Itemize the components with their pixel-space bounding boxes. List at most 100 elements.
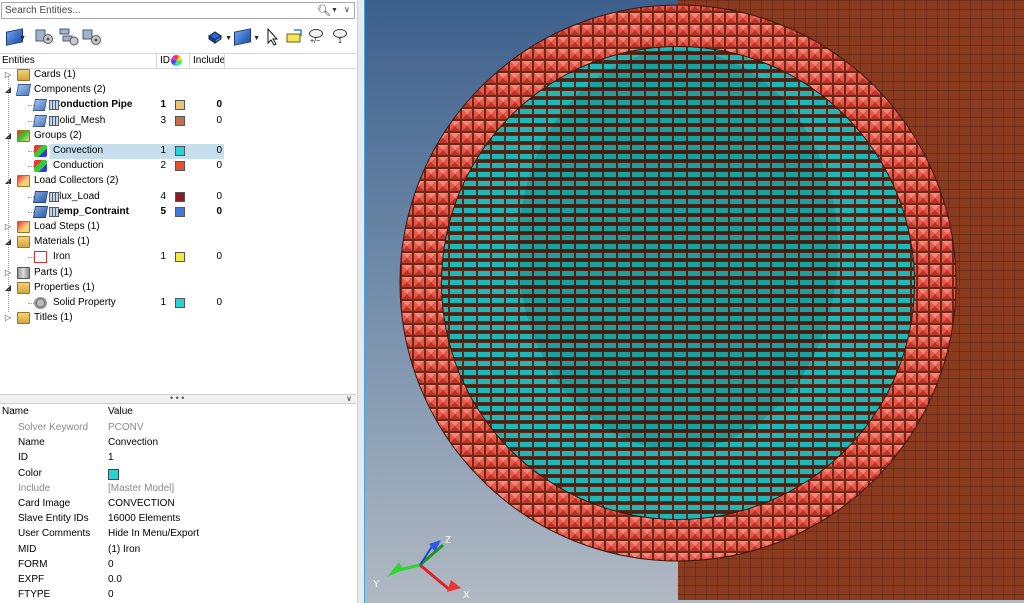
property-row[interactable]: Slave Entity IDs 16000 Elements [0, 512, 356, 527]
property-row[interactable]: ID 1 [0, 451, 356, 466]
show-one-eye-icon [333, 29, 347, 38]
collapse-all-button[interactable] [81, 27, 103, 47]
value-column-header: Value [108, 406, 133, 417]
property-value[interactable]: 0 [108, 559, 114, 570]
tree-entity-row[interactable]: Convection 1 0 [0, 144, 356, 159]
tree-entity-row[interactable]: Temp_Contraint 5 0 [0, 205, 356, 220]
search-input[interactable] [5, 4, 305, 17]
expand-collapse-icon[interactable]: ▷ [4, 314, 12, 322]
dropdown-arrow-icon[interactable]: ▼ [253, 35, 260, 42]
tree-entity-row[interactable]: Solid_Mesh 3 0 [0, 114, 356, 129]
display-filter-button[interactable]: ▼ [206, 27, 232, 47]
property-value[interactable]: Convection [108, 437, 158, 448]
isolate-button[interactable] [284, 27, 306, 47]
tree-folder-row[interactable]: ◢ Load Collectors (2) [0, 174, 356, 189]
tree-entity-row[interactable]: Conduction 2 0 [0, 159, 356, 174]
expand-all-button[interactable] [58, 27, 80, 47]
tree-folder-row[interactable]: ◢ Properties (1) [0, 281, 356, 296]
search-box[interactable]: 🔍︎ ▼ ∨ [1, 2, 355, 19]
graphics-viewport[interactable]: Z Y X [365, 0, 1024, 603]
search-icon[interactable]: 🔍︎ [317, 4, 331, 17]
tree-connector [8, 76, 9, 312]
show-hide-button[interactable]: +/− [306, 27, 328, 47]
tree-folder-row[interactable]: ◢ Materials (1) [0, 235, 356, 250]
tree-item-id: 5 [160, 206, 166, 217]
property-row[interactable]: Include [Master Model] [0, 482, 356, 497]
color-swatch[interactable] [175, 116, 185, 126]
select-entity-button[interactable]: ▼ [232, 27, 260, 47]
color-swatch[interactable] [175, 192, 185, 202]
splitter-grip-icon[interactable]: • • • [170, 393, 184, 403]
collapse-double-chevron-icon[interactable]: ∨ [344, 5, 350, 14]
tree-item-include: 0 [216, 145, 222, 156]
property-value[interactable]: PCONV [108, 422, 144, 433]
cursor-button[interactable] [262, 27, 284, 47]
tree-entity-row[interactable]: Conduction Pipe 1 0 [0, 98, 356, 113]
tree-folder-row[interactable]: ▷ Cards (1) [0, 68, 356, 83]
color-wheel-icon[interactable] [171, 55, 182, 66]
search-dropdown-icon[interactable]: ▼ [331, 7, 338, 14]
property-name: Card Image [18, 498, 71, 509]
entity-view-button[interactable]: ▼ [4, 27, 26, 47]
filter-gear-icon [35, 29, 53, 44]
tree-entity-row[interactable]: Iron 1 0 [0, 250, 356, 265]
tree-folder-row[interactable]: ◢ Components (2) [0, 83, 356, 98]
tree-entity-row[interactable]: Flux_Load 4 0 [0, 190, 356, 205]
property-row[interactable]: User Comments Hide In Menu/Export [0, 527, 356, 542]
mesh-grid-icon [49, 192, 59, 202]
tree-item-label: Properties (1) [34, 282, 95, 293]
property-value[interactable]: 0 [108, 589, 114, 600]
property-value[interactable]: Hide In Menu/Export [108, 528, 199, 539]
material-icon [34, 251, 47, 263]
color-swatch[interactable] [175, 207, 185, 217]
tree-item-label: Conduction [53, 160, 104, 171]
property-value[interactable]: [Master Model] [108, 483, 174, 494]
axis-triad[interactable]: Z Y X [373, 535, 470, 601]
collapse-gear-icon [82, 29, 101, 45]
tree-folder-row[interactable]: ▷ Load Steps (1) [0, 220, 356, 235]
pipe-model-render[interactable]: Z Y X [365, 0, 1024, 603]
property-value[interactable]: (1) Iron [108, 544, 140, 555]
property-row[interactable]: Solver Keyword PCONV [0, 421, 356, 436]
tree-item-include: 0 [216, 251, 222, 262]
color-swatch[interactable] [175, 100, 185, 110]
color-swatch[interactable] [175, 161, 185, 171]
filter-button[interactable] [34, 27, 56, 47]
tree-item-label: Cards (1) [34, 69, 76, 80]
plus-minus-icon: +/− [310, 38, 321, 45]
panel-splitter[interactable]: • • • ∨ [0, 393, 356, 404]
property-value[interactable]: 1 [108, 452, 114, 463]
dropdown-arrow-icon[interactable]: ▼ [19, 35, 26, 42]
show-one-button[interactable]: 1 [330, 27, 352, 47]
collapse-double-chevron-icon[interactable]: ∨ [346, 394, 352, 403]
property-value[interactable]: CONVECTION [108, 498, 175, 509]
color-swatch[interactable] [108, 468, 119, 480]
one-indicator-icon: 1 [338, 38, 342, 45]
tree-header: Entities ID Include [0, 53, 356, 69]
titles-icon [17, 312, 30, 324]
dropdown-arrow-icon[interactable]: ▼ [225, 35, 232, 42]
tree-item-label: Load Steps (1) [34, 221, 100, 232]
tree-folder-row[interactable]: ◢ Groups (2) [0, 129, 356, 144]
property-value[interactable]: 0.0 [108, 574, 122, 585]
tree-item-label: Materials (1) [34, 236, 90, 247]
property-row[interactable]: Name Convection [0, 436, 356, 451]
property-row[interactable]: Card Image CONVECTION [0, 497, 356, 512]
tree-folder-row[interactable]: ▷ Parts (1) [0, 266, 356, 281]
color-swatch[interactable] [175, 298, 185, 308]
tree-item-label: Parts (1) [34, 267, 73, 278]
property-row[interactable]: EXPF 0.0 [0, 573, 356, 588]
color-swatch[interactable] [175, 146, 185, 156]
property-row[interactable]: MID (1) Iron [0, 543, 356, 558]
id-column-header[interactable]: ID [160, 55, 170, 66]
tree-entity-row[interactable]: Solid Property 1 0 [0, 296, 356, 311]
color-swatch[interactable] [175, 252, 185, 262]
tree-folder-row[interactable]: ▷ Titles (1) [0, 311, 356, 326]
include-column-header[interactable]: Include [193, 55, 225, 66]
property-row[interactable]: FORM 0 [0, 558, 356, 573]
property-row[interactable]: Color [0, 467, 356, 482]
property-row[interactable]: FTYPE 0 [0, 588, 356, 603]
property-value[interactable]: 16000 Elements [108, 513, 180, 524]
panel-divider[interactable] [357, 0, 365, 603]
entities-column-header[interactable]: Entities [2, 55, 35, 66]
